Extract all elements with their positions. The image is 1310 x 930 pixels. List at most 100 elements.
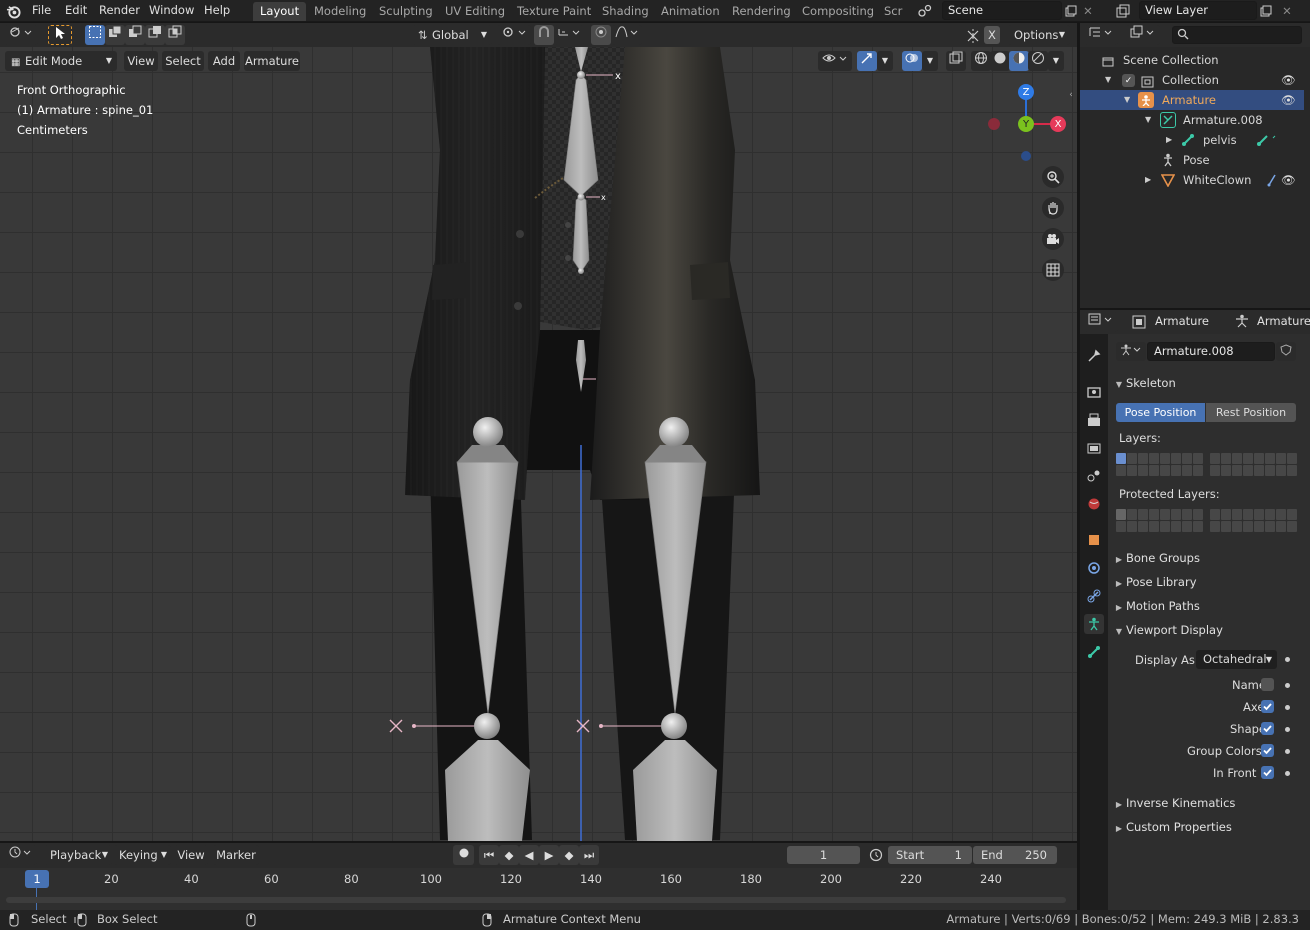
outliner-row-whiteclown[interactable]: ▶ WhiteClown 👁	[1080, 170, 1304, 190]
timeline-editor-type-button[interactable]	[5, 845, 37, 865]
outliner-row-pelvis[interactable]: ▶ pelvis	[1080, 130, 1304, 150]
collection-exclude-checkbox[interactable]: ✓	[1122, 74, 1135, 87]
auto-keying-button[interactable]	[453, 845, 474, 865]
custom-properties-panel-header[interactable]: ▶ Custom Properties	[1108, 816, 1304, 838]
shading-wireframe-button[interactable]	[971, 51, 991, 71]
current-frame-marker[interactable]: 1	[25, 870, 49, 888]
gizmo-x-axis[interactable]: X	[1050, 116, 1066, 132]
properties-editor-type-button[interactable]	[1084, 312, 1118, 332]
preview-range-clock-icon[interactable]	[866, 846, 886, 864]
animate-property-dot[interactable]	[1285, 771, 1290, 776]
timeline-view-menu[interactable]: View	[174, 845, 208, 865]
shading-material-button[interactable]	[1009, 51, 1029, 71]
3d-viewport[interactable]: x x ▦ Edit Mode ▼ View Select Add Armature…	[0, 47, 1077, 841]
select-mode-new-button[interactable]	[85, 25, 105, 45]
menu-window[interactable]: Window	[149, 2, 194, 18]
in-front-checkbox[interactable]	[1261, 766, 1274, 779]
bone-groups-panel-header[interactable]: ▶ Bone Groups	[1108, 547, 1304, 569]
outliner-row-pose[interactable]: Pose	[1080, 150, 1304, 170]
menu-select[interactable]: Select	[162, 51, 204, 71]
outliner-search-input[interactable]	[1172, 26, 1302, 44]
pose-library-panel-header[interactable]: ▶ Pose Library	[1108, 571, 1304, 593]
scene-name-field[interactable]: Scene	[942, 1, 1062, 20]
perspective-grid-icon[interactable]	[1042, 259, 1064, 281]
overlays-toggle-button[interactable]	[902, 51, 922, 71]
inverse-kinematics-panel-header[interactable]: ▶ Inverse Kinematics	[1108, 792, 1304, 814]
new-view-layer-icon[interactable]	[1258, 1, 1274, 20]
scene-selector-icon[interactable]	[912, 1, 938, 20]
tab-shading[interactable]: Shading	[595, 2, 656, 21]
blender-logo-icon[interactable]	[4, 2, 22, 20]
gizmo-y-axis[interactable]: Y	[1018, 116, 1034, 132]
overlays-dropdown[interactable]: ▼	[922, 51, 938, 71]
animate-property-dot[interactable]	[1285, 749, 1290, 754]
tab-modeling[interactable]: Modeling	[307, 2, 373, 21]
fake-user-shield-button[interactable]	[1276, 342, 1296, 361]
gizmo-dropdown[interactable]: ▼	[877, 51, 893, 71]
xray-toggle-button[interactable]	[946, 51, 966, 71]
display-as-dropdown[interactable]: Octahedral ▼	[1196, 650, 1277, 669]
area-divider[interactable]	[1077, 23, 1080, 910]
proportional-edit-button[interactable]	[591, 25, 611, 45]
motion-paths-panel-header[interactable]: ▶ Motion Paths	[1108, 595, 1304, 617]
armature-data-tab-icon[interactable]	[1084, 614, 1104, 634]
eye-icon[interactable]: 👁	[1281, 90, 1296, 110]
end-frame-field[interactable]: End 250	[973, 846, 1057, 864]
animate-property-dot[interactable]	[1285, 705, 1290, 710]
view-layer-field[interactable]: View Layer	[1139, 1, 1257, 20]
shading-rendered-button[interactable]	[1028, 51, 1048, 71]
tab-sculpting[interactable]: Sculpting	[372, 2, 440, 21]
jump-start-button[interactable]: ⏮	[479, 845, 499, 865]
tab-animation[interactable]: Animation	[654, 2, 727, 21]
animate-property-dot[interactable]	[1285, 727, 1290, 732]
hand-pan-icon[interactable]	[1042, 197, 1064, 219]
snap-toggle-button[interactable]	[534, 25, 554, 45]
tab-layout[interactable]: Layout	[253, 2, 307, 21]
pivot-point-dropdown[interactable]	[497, 25, 531, 45]
menu-help[interactable]: Help	[204, 2, 230, 18]
play-reverse-button[interactable]: ◀	[519, 845, 539, 865]
outliner-editor-type-button[interactable]	[1084, 25, 1118, 45]
shapes-checkbox[interactable]	[1261, 722, 1274, 735]
animate-property-dot[interactable]	[1285, 683, 1290, 688]
timeline-scrollbar[interactable]	[6, 897, 1066, 903]
shading-solid-button[interactable]	[990, 51, 1010, 71]
gizmo-toggle-button[interactable]	[857, 51, 877, 71]
scene-tab-icon[interactable]	[1084, 466, 1104, 486]
mode-dropdown[interactable]: ▦ Edit Mode ▼	[5, 51, 117, 71]
snap-target-dropdown[interactable]	[554, 25, 584, 45]
animate-property-dot[interactable]	[1285, 657, 1290, 662]
tab-scripting[interactable]: Scr	[877, 2, 909, 21]
select-tool-button[interactable]	[48, 25, 72, 45]
playback-menu[interactable]: Playback ▼	[44, 845, 112, 865]
menu-view[interactable]: View	[124, 51, 158, 71]
tab-texture-paint[interactable]: Texture Paint	[510, 2, 598, 21]
sidebar-toggle-icon[interactable]: ‹	[1066, 87, 1076, 103]
marker-menu[interactable]: Marker	[213, 845, 259, 865]
render-tab-icon[interactable]	[1084, 382, 1104, 402]
tab-compositing[interactable]: Compositing	[795, 2, 881, 21]
jump-keyframe-back-button[interactable]: ◆	[499, 845, 519, 865]
layers-grid-a[interactable]	[1116, 453, 1203, 476]
area-divider[interactable]	[0, 841, 1077, 843]
layers-grid-b[interactable]	[1210, 453, 1297, 476]
jump-keyframe-forward-button[interactable]: ◆	[559, 845, 579, 865]
select-mode-extend-button[interactable]	[105, 25, 125, 45]
delete-view-layer-icon[interactable]: ✕	[1279, 1, 1295, 20]
menu-armature[interactable]: Armature	[244, 51, 300, 71]
delete-scene-icon[interactable]: ✕	[1080, 1, 1096, 20]
modifier-tab-icon[interactable]	[1084, 558, 1104, 578]
navigation-gizmo[interactable]: Z Y X	[983, 81, 1068, 161]
world-tab-icon[interactable]	[1084, 494, 1104, 514]
pose-position-button[interactable]: Pose Position	[1116, 403, 1205, 422]
display-mode-dropdown[interactable]	[1126, 25, 1160, 45]
protected-layers-grid-b[interactable]	[1210, 509, 1297, 532]
menu-edit[interactable]: Edit	[65, 2, 87, 18]
jump-end-button[interactable]: ⏭	[579, 845, 599, 865]
tab-rendering[interactable]: Rendering	[725, 2, 798, 21]
timeline-ruler[interactable]: 1 20 40 60 80 100 120 140 160 180 200 22…	[0, 868, 1077, 910]
eye-icon[interactable]: 👁	[1281, 70, 1296, 90]
menu-file[interactable]: File	[32, 2, 51, 18]
new-scene-icon[interactable]	[1063, 1, 1079, 20]
current-frame-field[interactable]: 1	[787, 846, 860, 864]
